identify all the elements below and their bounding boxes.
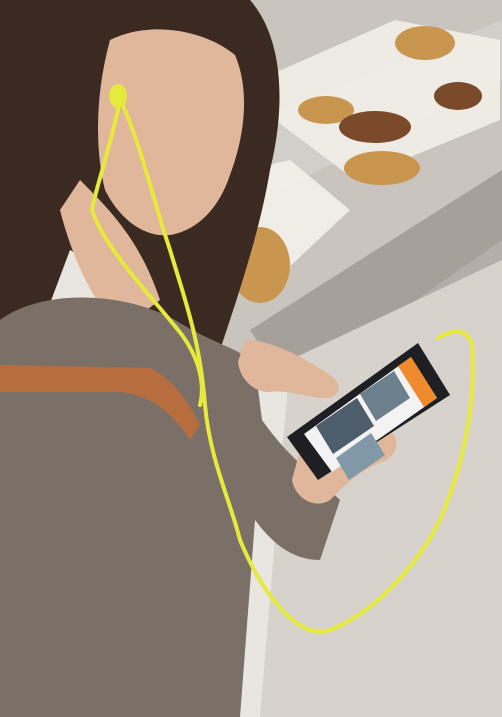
pastry: [395, 26, 455, 60]
pastry: [434, 82, 482, 110]
earbud: [109, 84, 127, 108]
pastry: [344, 151, 420, 185]
pastry: [339, 111, 411, 143]
photo-scene: [0, 0, 502, 717]
photo-illustration: [0, 0, 502, 717]
